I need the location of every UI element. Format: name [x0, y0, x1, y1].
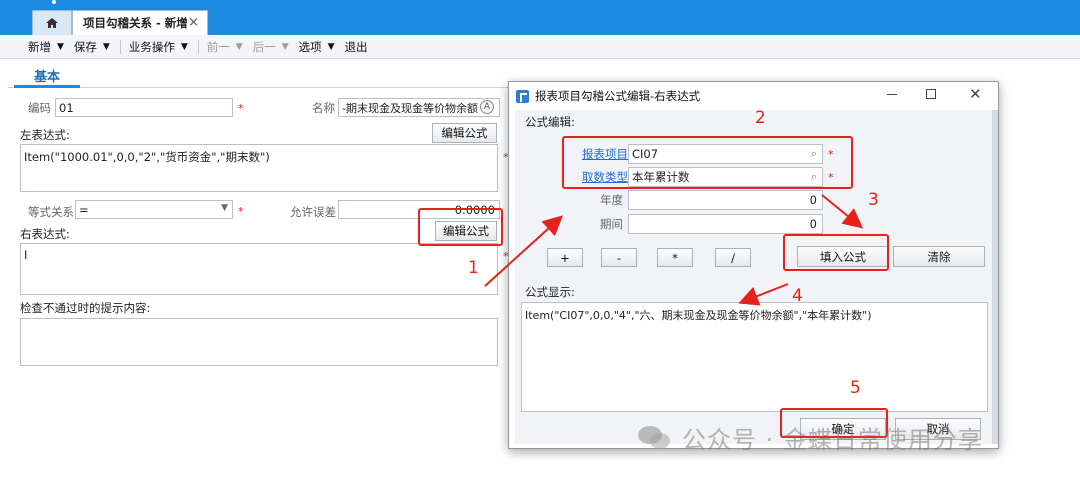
wechat-logo-icon: [638, 426, 670, 449]
arrow-4: [738, 283, 789, 306]
annotation-number-5: 5: [850, 378, 861, 398]
annotation-number-4: 4: [792, 286, 803, 306]
watermark-text: 公众号 · 金蝶日常使用分享: [682, 426, 983, 454]
annotation-number-3: 3: [868, 190, 879, 210]
arrow-1: [484, 215, 563, 287]
annotation-number-1: 1: [468, 258, 479, 278]
annotation-arrows: [484, 194, 864, 306]
annotation-number-2: 2: [755, 108, 766, 128]
arrow-3: [821, 194, 864, 229]
